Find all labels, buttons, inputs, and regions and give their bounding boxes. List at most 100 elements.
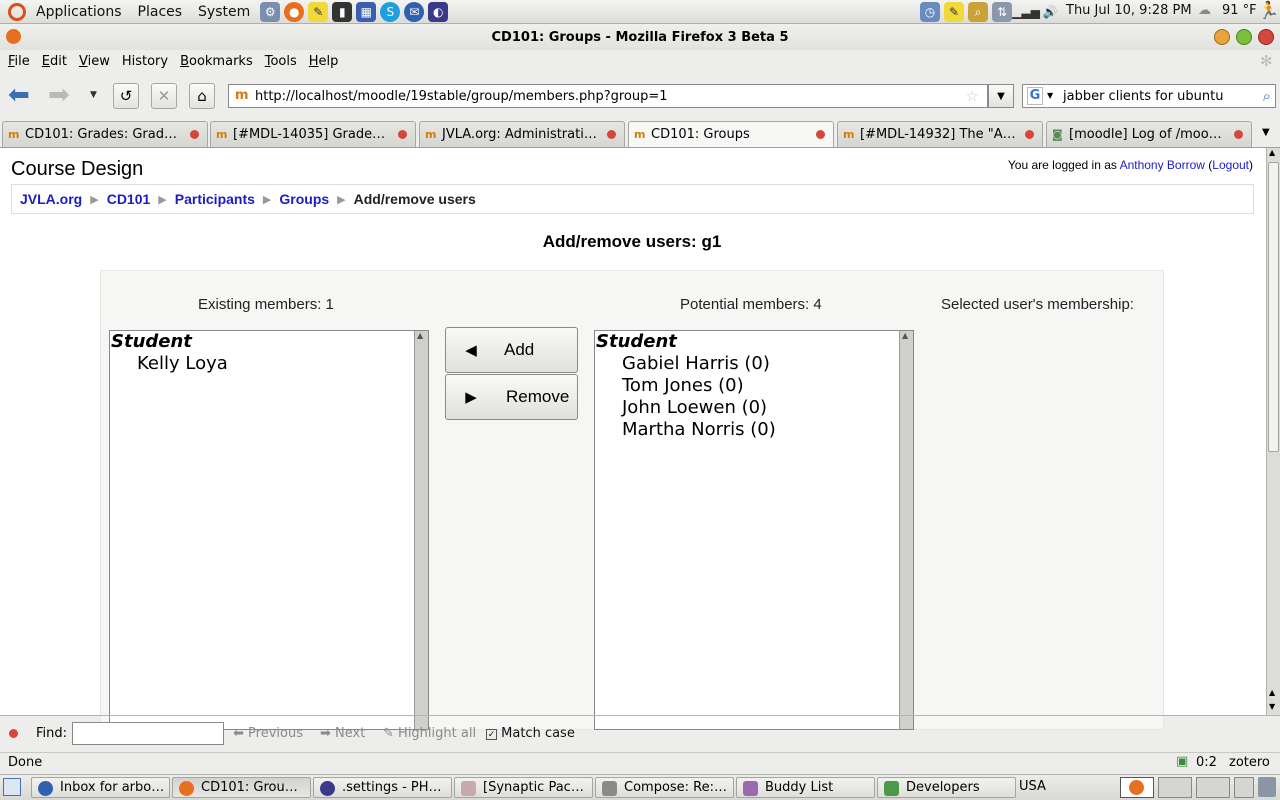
home-icon[interactable]: ⌂: [189, 83, 215, 109]
history-dropdown-icon[interactable]: ▼: [90, 90, 97, 100]
back-icon[interactable]: ⬅: [8, 82, 30, 108]
potential-members-listbox[interactable]: Student Gabiel Harris (0) Tom Jones (0) …: [594, 330, 914, 730]
reload-icon[interactable]: ↺: [113, 83, 139, 109]
ubuntu-logo-icon[interactable]: [8, 2, 26, 21]
user-profile-link[interactable]: Anthony Borrow: [1120, 158, 1205, 172]
potential-list-scrollbar[interactable]: [899, 331, 913, 729]
tab-close-icon[interactable]: [607, 130, 616, 139]
maximize-icon[interactable]: [1236, 29, 1252, 45]
menu-help[interactable]: Help: [303, 54, 345, 69]
tab-list-dropdown-icon[interactable]: ▼: [1262, 127, 1270, 138]
taskbar-item-inbox[interactable]: Inbox for arbo…: [31, 777, 170, 798]
firefox-launcher-icon[interactable]: ●: [284, 1, 305, 22]
tab-close-icon[interactable]: [1234, 130, 1243, 139]
menu-bookmarks[interactable]: Bookmarks: [174, 54, 259, 69]
find-next-button[interactable]: ➡ Next: [320, 726, 365, 741]
network-signal-icon[interactable]: ▁▃▅: [1012, 2, 1040, 22]
clock[interactable]: Thu Jul 10, 9:28 PM: [1066, 3, 1192, 18]
menu-edit[interactable]: Edit: [36, 54, 73, 69]
search-bar[interactable]: G ▼ jabber clients for ubuntu ⌕: [1022, 84, 1276, 108]
weather-temperature[interactable]: 91 °F: [1222, 3, 1257, 18]
network-launcher-icon[interactable]: ⚙: [260, 1, 281, 22]
scroll-up-icon[interactable]: ▲: [1269, 688, 1275, 697]
existing-list-scrollbar[interactable]: [414, 331, 428, 729]
tab-close-icon[interactable]: [816, 130, 825, 139]
zotero-button[interactable]: zotero: [1229, 755, 1270, 770]
list-item[interactable]: Gabiel Harris (0): [595, 353, 913, 375]
workspace-2[interactable]: [1158, 777, 1192, 798]
applications-menu[interactable]: Applications: [28, 4, 130, 20]
close-window-icon[interactable]: [1258, 29, 1274, 45]
tab-mdl-14932[interactable]: m [#MDL-14932] The "A…: [837, 121, 1043, 147]
tab-cd101-grades[interactable]: m CD101: Grades: Grad…: [2, 121, 208, 147]
list-item[interactable]: Martha Norris (0): [595, 419, 913, 441]
taskbar-item-firefox[interactable]: CD101: Grou…: [172, 777, 311, 798]
list-item[interactable]: John Loewen (0): [595, 397, 913, 419]
remove-button[interactable]: ▶ Remove: [445, 374, 578, 420]
terminal-launcher-icon[interactable]: ▮: [332, 1, 353, 22]
close-find-icon[interactable]: [9, 729, 18, 738]
breadcrumb-participants[interactable]: Participants: [175, 191, 255, 207]
list-item[interactable]: Tom Jones (0): [595, 375, 913, 397]
menu-file[interactable]: File: [2, 54, 36, 69]
google-engine-icon[interactable]: G: [1027, 87, 1043, 105]
weather-cloud-icon[interactable]: ☁: [1198, 3, 1211, 18]
menu-view[interactable]: View: [73, 54, 116, 69]
tomboy-tray-icon[interactable]: ◷: [920, 2, 940, 22]
page-scroll-thumb[interactable]: [1268, 162, 1279, 452]
places-menu[interactable]: Places: [130, 4, 191, 20]
tab-jvla-admin[interactable]: m JVLA.org: Administrati…: [419, 121, 625, 147]
workspace-4[interactable]: [1234, 777, 1254, 798]
forward-icon[interactable]: ➡: [48, 82, 70, 108]
tray-status-icon[interactable]: ▣: [1176, 754, 1188, 769]
breadcrumb-jvla[interactable]: JVLA.org: [20, 191, 82, 207]
tab-close-icon[interactable]: [190, 130, 199, 139]
firefox-window-icon[interactable]: [6, 29, 21, 44]
show-desktop-icon[interactable]: [3, 778, 21, 796]
search-icon[interactable]: ⌕: [1263, 87, 1271, 105]
add-button[interactable]: ◀ Add: [445, 327, 578, 373]
remote-desktop-launcher-icon[interactable]: ▦: [356, 1, 377, 22]
url-history-dropdown-icon[interactable]: ▼: [988, 84, 1014, 108]
page-scrollbar[interactable]: ▲ ▲ ▼: [1266, 148, 1280, 715]
stop-icon[interactable]: ✕: [151, 83, 177, 109]
engine-dropdown-icon[interactable]: ▼: [1047, 91, 1053, 100]
volume-icon[interactable]: 🔊: [1040, 2, 1060, 22]
notes-tray-icon[interactable]: ✎: [944, 2, 964, 22]
notes-launcher-icon[interactable]: ✎: [308, 1, 329, 22]
tab-moodle-log[interactable]: ◙ [moodle] Log of /moo…: [1046, 121, 1252, 147]
taskbar-item-synaptic[interactable]: [Synaptic Pac…: [454, 777, 593, 798]
highlight-all-button[interactable]: ✎ Highlight all: [383, 726, 476, 741]
url-bar[interactable]: m http://localhost/moodle/19stable/group…: [228, 84, 988, 108]
trash-icon[interactable]: [1258, 777, 1276, 797]
workspace-switcher[interactable]: [1120, 777, 1154, 798]
existing-members-listbox[interactable]: Student Kelly Loya: [109, 330, 429, 730]
bookmark-star-icon[interactable]: ☆: [966, 87, 979, 105]
skype-launcher-icon[interactable]: S: [380, 1, 401, 22]
tab-cd101-groups[interactable]: m CD101: Groups: [628, 121, 834, 147]
logout-link[interactable]: Logout: [1212, 158, 1249, 172]
menu-tools[interactable]: Tools: [259, 54, 303, 69]
taskbar-item-compose[interactable]: Compose: Re:…: [595, 777, 734, 798]
find-previous-button[interactable]: ⬅ Previous: [233, 726, 303, 741]
taskbar-item-settings[interactable]: .settings - PH…: [313, 777, 452, 798]
scroll-up-icon[interactable]: ▲: [1269, 148, 1275, 157]
taskbar-item-developers[interactable]: Developers: [877, 777, 1016, 798]
list-item[interactable]: Kelly Loya: [110, 353, 428, 375]
tab-mdl-14035[interactable]: m [#MDL-14035] Grade…: [210, 121, 416, 147]
tab-close-icon[interactable]: [398, 130, 407, 139]
scroll-down-icon[interactable]: ▼: [1269, 702, 1275, 711]
breadcrumb-groups[interactable]: Groups: [279, 191, 329, 207]
tab-close-icon[interactable]: [1025, 130, 1034, 139]
menu-history[interactable]: History: [116, 54, 174, 69]
taskbar-item-buddy-list[interactable]: Buddy List: [736, 777, 875, 798]
system-menu[interactable]: System: [190, 4, 258, 20]
breadcrumb-cd101[interactable]: CD101: [107, 191, 151, 207]
thunderbird-launcher-icon[interactable]: ✉: [404, 1, 425, 22]
match-case-checkbox[interactable]: ✓ Match case: [486, 726, 575, 741]
minimize-icon[interactable]: [1214, 29, 1230, 45]
running-man-icon[interactable]: 🏃: [1258, 1, 1279, 21]
keyboard-layout[interactable]: USA: [1019, 779, 1046, 794]
search-tray-icon[interactable]: ⌕: [968, 2, 988, 22]
update-tray-icon[interactable]: ⇅: [992, 2, 1012, 22]
